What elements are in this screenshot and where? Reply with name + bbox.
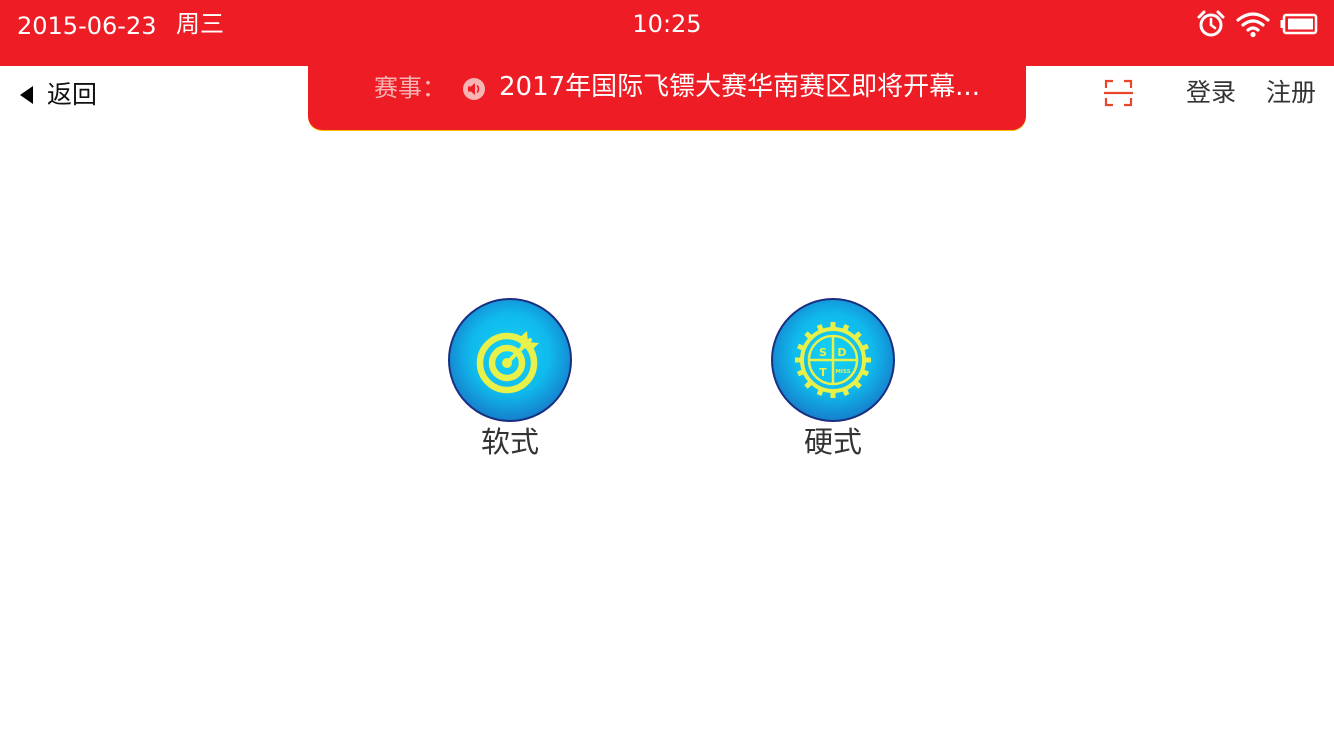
status-date: 2015-06-23 — [17, 12, 157, 40]
status-weekday: 周三 — [176, 10, 224, 38]
back-button[interactable]: 返回 — [20, 78, 97, 112]
status-time: 10:25 — [632, 10, 702, 38]
hard-mode-label: 硬式 — [803, 425, 862, 459]
event-announcement-banner[interactable]: 赛事： 2017年国际飞镖大赛华南赛区即将开幕... — [308, 58, 1026, 130]
speaker-icon — [463, 78, 485, 100]
hard-mode-button[interactable]: S D T MISS 硬式 — [771, 298, 895, 459]
dartboard-target-icon — [476, 331, 539, 394]
badge-letter-d: D — [837, 346, 846, 359]
scan-icon[interactable] — [1104, 79, 1133, 107]
badge-letter-t: T — [819, 366, 827, 379]
soft-mode-label: 软式 — [480, 425, 539, 459]
hard-mode-circle: S D T MISS — [771, 298, 895, 422]
status-icons — [1196, 8, 1318, 40]
back-arrow-icon — [20, 86, 33, 104]
back-label: 返回 — [47, 80, 98, 109]
banner-label: 赛事： — [374, 74, 446, 102]
status-bar: 2015-06-23 周三 10:25 — [0, 0, 1334, 66]
soft-mode-circle — [448, 298, 572, 422]
sdt-gear-badge-icon: S D T MISS — [795, 322, 871, 398]
wifi-icon — [1236, 12, 1270, 38]
battery-icon — [1280, 13, 1318, 35]
alarm-icon — [1197, 10, 1225, 37]
register-link[interactable]: 注册 — [1266, 76, 1316, 110]
soft-mode-button[interactable]: 软式 — [448, 298, 572, 459]
badge-letter-s: S — [819, 346, 827, 359]
banner-text: 2017年国际飞镖大赛华南赛区即将开幕... — [499, 72, 980, 102]
login-link[interactable]: 登录 — [1186, 76, 1236, 110]
badge-letter-miss: MISS — [835, 369, 850, 375]
